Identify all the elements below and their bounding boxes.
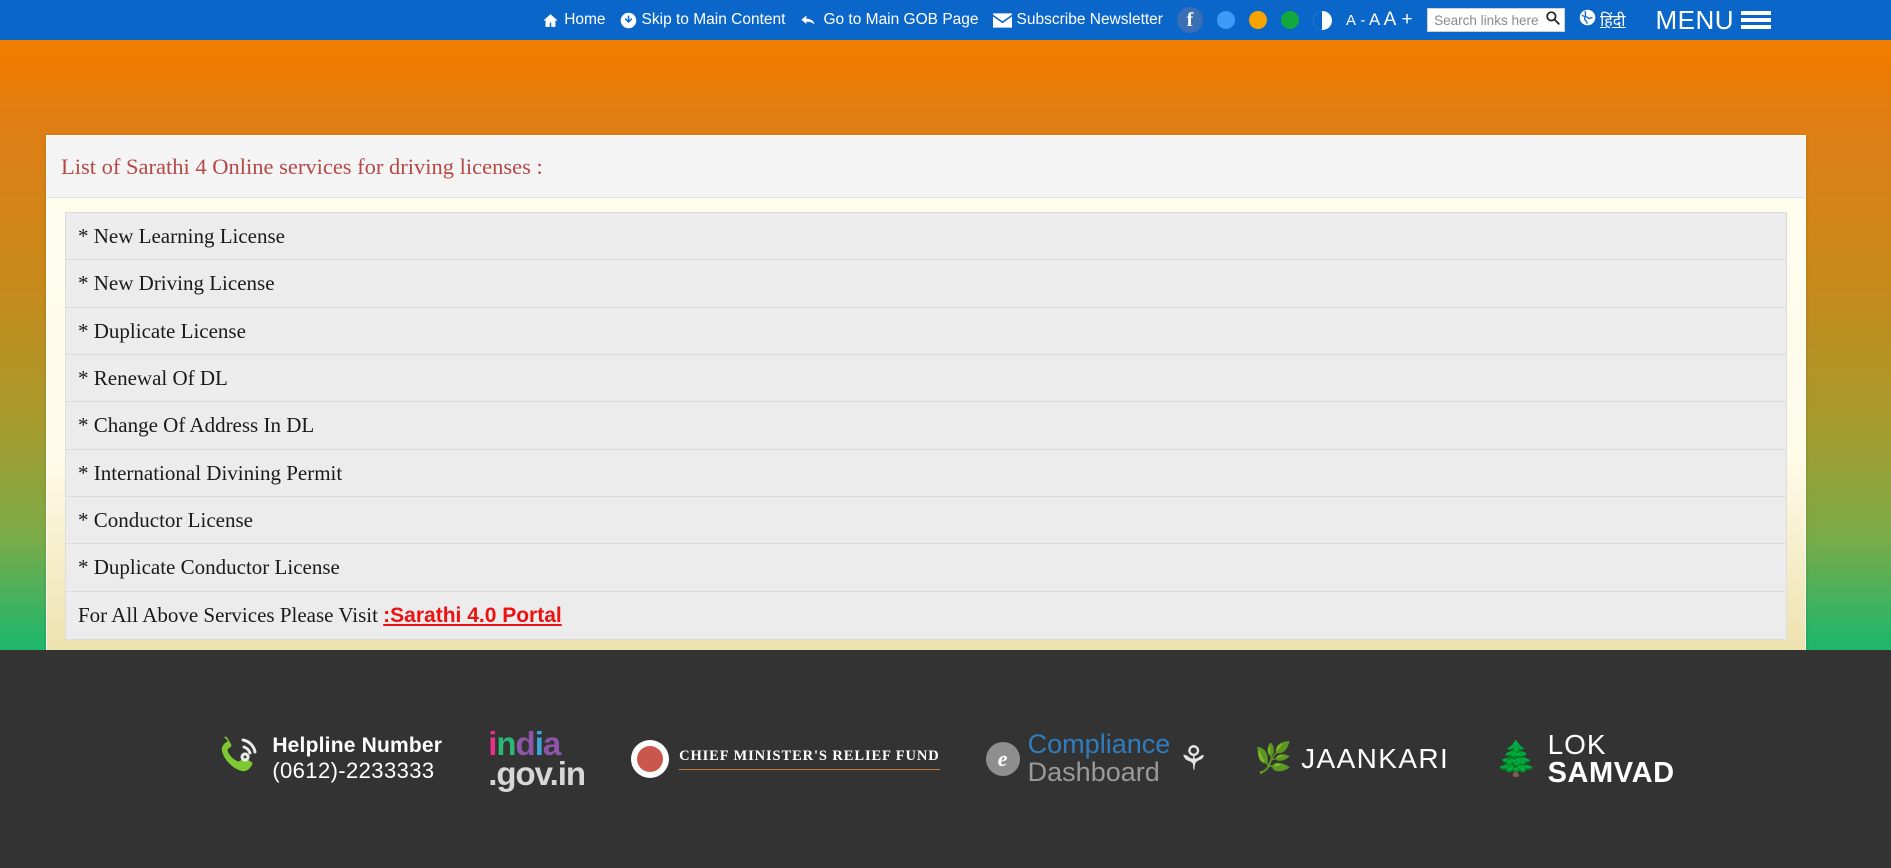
flame-icon: 🌿 bbox=[1254, 742, 1293, 775]
skip-down-icon bbox=[620, 12, 637, 29]
language-toggle-hindi[interactable]: हिंदी bbox=[1579, 9, 1625, 31]
lok-samvad-text: LOK SAMVAD bbox=[1547, 728, 1675, 789]
site-footer: Helpline Number (0612)-2233333 india .go… bbox=[0, 650, 1891, 868]
facebook-icon[interactable]: f bbox=[1176, 7, 1203, 33]
globe-icon bbox=[1579, 9, 1596, 31]
nav-link-gob-label: Go to Main GOB Page bbox=[823, 11, 979, 29]
nav-link-go-to-main-gob-page[interactable]: Go to Main GOB Page bbox=[799, 11, 979, 29]
tree-emblem-icon: 🌲 bbox=[1495, 740, 1538, 778]
list-item[interactable]: * New Learning License bbox=[65, 212, 1787, 260]
page-title: List of Sarathi 4 Online services for dr… bbox=[61, 154, 543, 179]
list-item[interactable]: * Renewal Of DL bbox=[65, 354, 1787, 402]
sarathi-portal-link[interactable]: :Sarathi 4.0 Portal bbox=[383, 604, 562, 627]
theme-color-blue-dot[interactable] bbox=[1216, 11, 1235, 29]
cmrf-text: CHIEF MINISTER'S RELIEF FUND bbox=[679, 748, 940, 770]
cmrf-seal-icon bbox=[631, 740, 670, 778]
footer-logo-india-gov-in[interactable]: india .gov.in bbox=[488, 727, 586, 792]
india-gov-bottom: .gov.in bbox=[488, 755, 586, 792]
menu-button-label: MENU bbox=[1655, 4, 1734, 35]
phone-icon bbox=[216, 735, 262, 784]
footer-logo-lok-samvad[interactable]: 🌲 LOK SAMVAD bbox=[1495, 728, 1675, 789]
footer-logo-jaankari[interactable]: 🌿 JAANKARI bbox=[1255, 743, 1449, 775]
helpline-title: Helpline Number bbox=[272, 734, 443, 758]
nav-link-home[interactable]: Home bbox=[542, 11, 606, 29]
hamburger-icon[interactable] bbox=[1741, 11, 1771, 29]
language-label: हिंदी bbox=[1600, 13, 1626, 30]
nav-link-newsletter-label: Subscribe Newsletter bbox=[1016, 11, 1163, 29]
helpline-text: Helpline Number (0612)-2233333 bbox=[272, 734, 442, 783]
search-box[interactable] bbox=[1427, 8, 1566, 32]
list-item[interactable]: * Change Of Address In DL bbox=[65, 401, 1787, 449]
portal-note-row: For All Above Services Please Visit :Sar… bbox=[65, 590, 1787, 641]
portal-note-text: For All Above Services Please Visit bbox=[78, 602, 384, 627]
list-item[interactable]: * Conductor License bbox=[65, 496, 1787, 544]
list-item[interactable]: * New Driving License bbox=[65, 259, 1787, 307]
font-size-controls: A - A A + bbox=[1346, 9, 1413, 31]
nav-link-skip-label: Skip to Main Content bbox=[641, 11, 786, 29]
contrast-icon[interactable] bbox=[1312, 10, 1332, 30]
list-item[interactable]: * International Divining Permit bbox=[65, 448, 1787, 497]
search-input[interactable] bbox=[1434, 12, 1546, 28]
nav-link-subscribe-newsletter[interactable]: Subscribe Newsletter bbox=[992, 11, 1163, 29]
back-arrow-icon bbox=[799, 12, 818, 29]
services-panel: List of Sarathi 4 Online services for dr… bbox=[46, 135, 1806, 664]
list-item[interactable]: * Duplicate License bbox=[65, 306, 1787, 355]
services-list: * New Learning License * New Driving Lic… bbox=[65, 212, 1787, 641]
lok-samvad-line2: SAMVAD bbox=[1547, 756, 1675, 789]
nav-link-home-label: Home bbox=[564, 11, 606, 29]
panel-body: * New Learning License * New Driving Lic… bbox=[47, 198, 1805, 663]
compliance-text: Compliance Dashboard bbox=[1028, 731, 1171, 786]
india-gov-logo: india .gov.in bbox=[488, 727, 586, 792]
top-utility-bar: Home Skip to Main Content Go to Main GOB… bbox=[0, 0, 1891, 40]
font-increase-button[interactable]: A + bbox=[1384, 9, 1414, 31]
jaankari-label: JAANKARI bbox=[1301, 743, 1450, 774]
compliance-line1: Compliance bbox=[1027, 729, 1171, 760]
theme-color-green-dot[interactable] bbox=[1280, 11, 1299, 29]
theme-color-orange-dot[interactable] bbox=[1248, 11, 1267, 29]
compliance-line2: Dashboard bbox=[1027, 757, 1160, 787]
helpline-number: (0612)-2233333 bbox=[272, 758, 435, 784]
top-nav-links: Home Skip to Main Content Go to Main GOB… bbox=[542, 5, 1891, 36]
footer-logo-helpline[interactable]: Helpline Number (0612)-2233333 bbox=[216, 734, 442, 783]
ashoka-emblem-icon: ⚘ bbox=[1178, 740, 1209, 778]
font-decrease-button[interactable]: A - bbox=[1346, 12, 1366, 29]
list-item[interactable]: * Duplicate Conductor License bbox=[65, 543, 1787, 591]
menu-button[interactable]: MENU bbox=[1655, 5, 1771, 36]
font-normal-button[interactable]: A bbox=[1369, 10, 1381, 30]
cmrf-divider bbox=[679, 769, 940, 770]
cmrf-label: CHIEF MINISTER'S RELIEF FUND bbox=[679, 748, 940, 764]
nav-link-skip-to-main-content[interactable]: Skip to Main Content bbox=[620, 11, 786, 29]
lok-samvad-line1: LOK bbox=[1547, 728, 1607, 760]
footer-logo-cmrf[interactable]: CHIEF MINISTER'S RELIEF FUND bbox=[631, 740, 940, 778]
cmrf-seal-inner bbox=[637, 746, 664, 772]
search-icon[interactable] bbox=[1545, 10, 1560, 30]
compliance-e-icon: e bbox=[985, 742, 1020, 776]
panel-header: List of Sarathi 4 Online services for dr… bbox=[47, 136, 1805, 198]
home-icon bbox=[542, 12, 559, 29]
footer-logo-compliance-dashboard[interactable]: e Compliance Dashboard ⚘ bbox=[985, 731, 1209, 786]
envelope-icon bbox=[992, 12, 1012, 28]
